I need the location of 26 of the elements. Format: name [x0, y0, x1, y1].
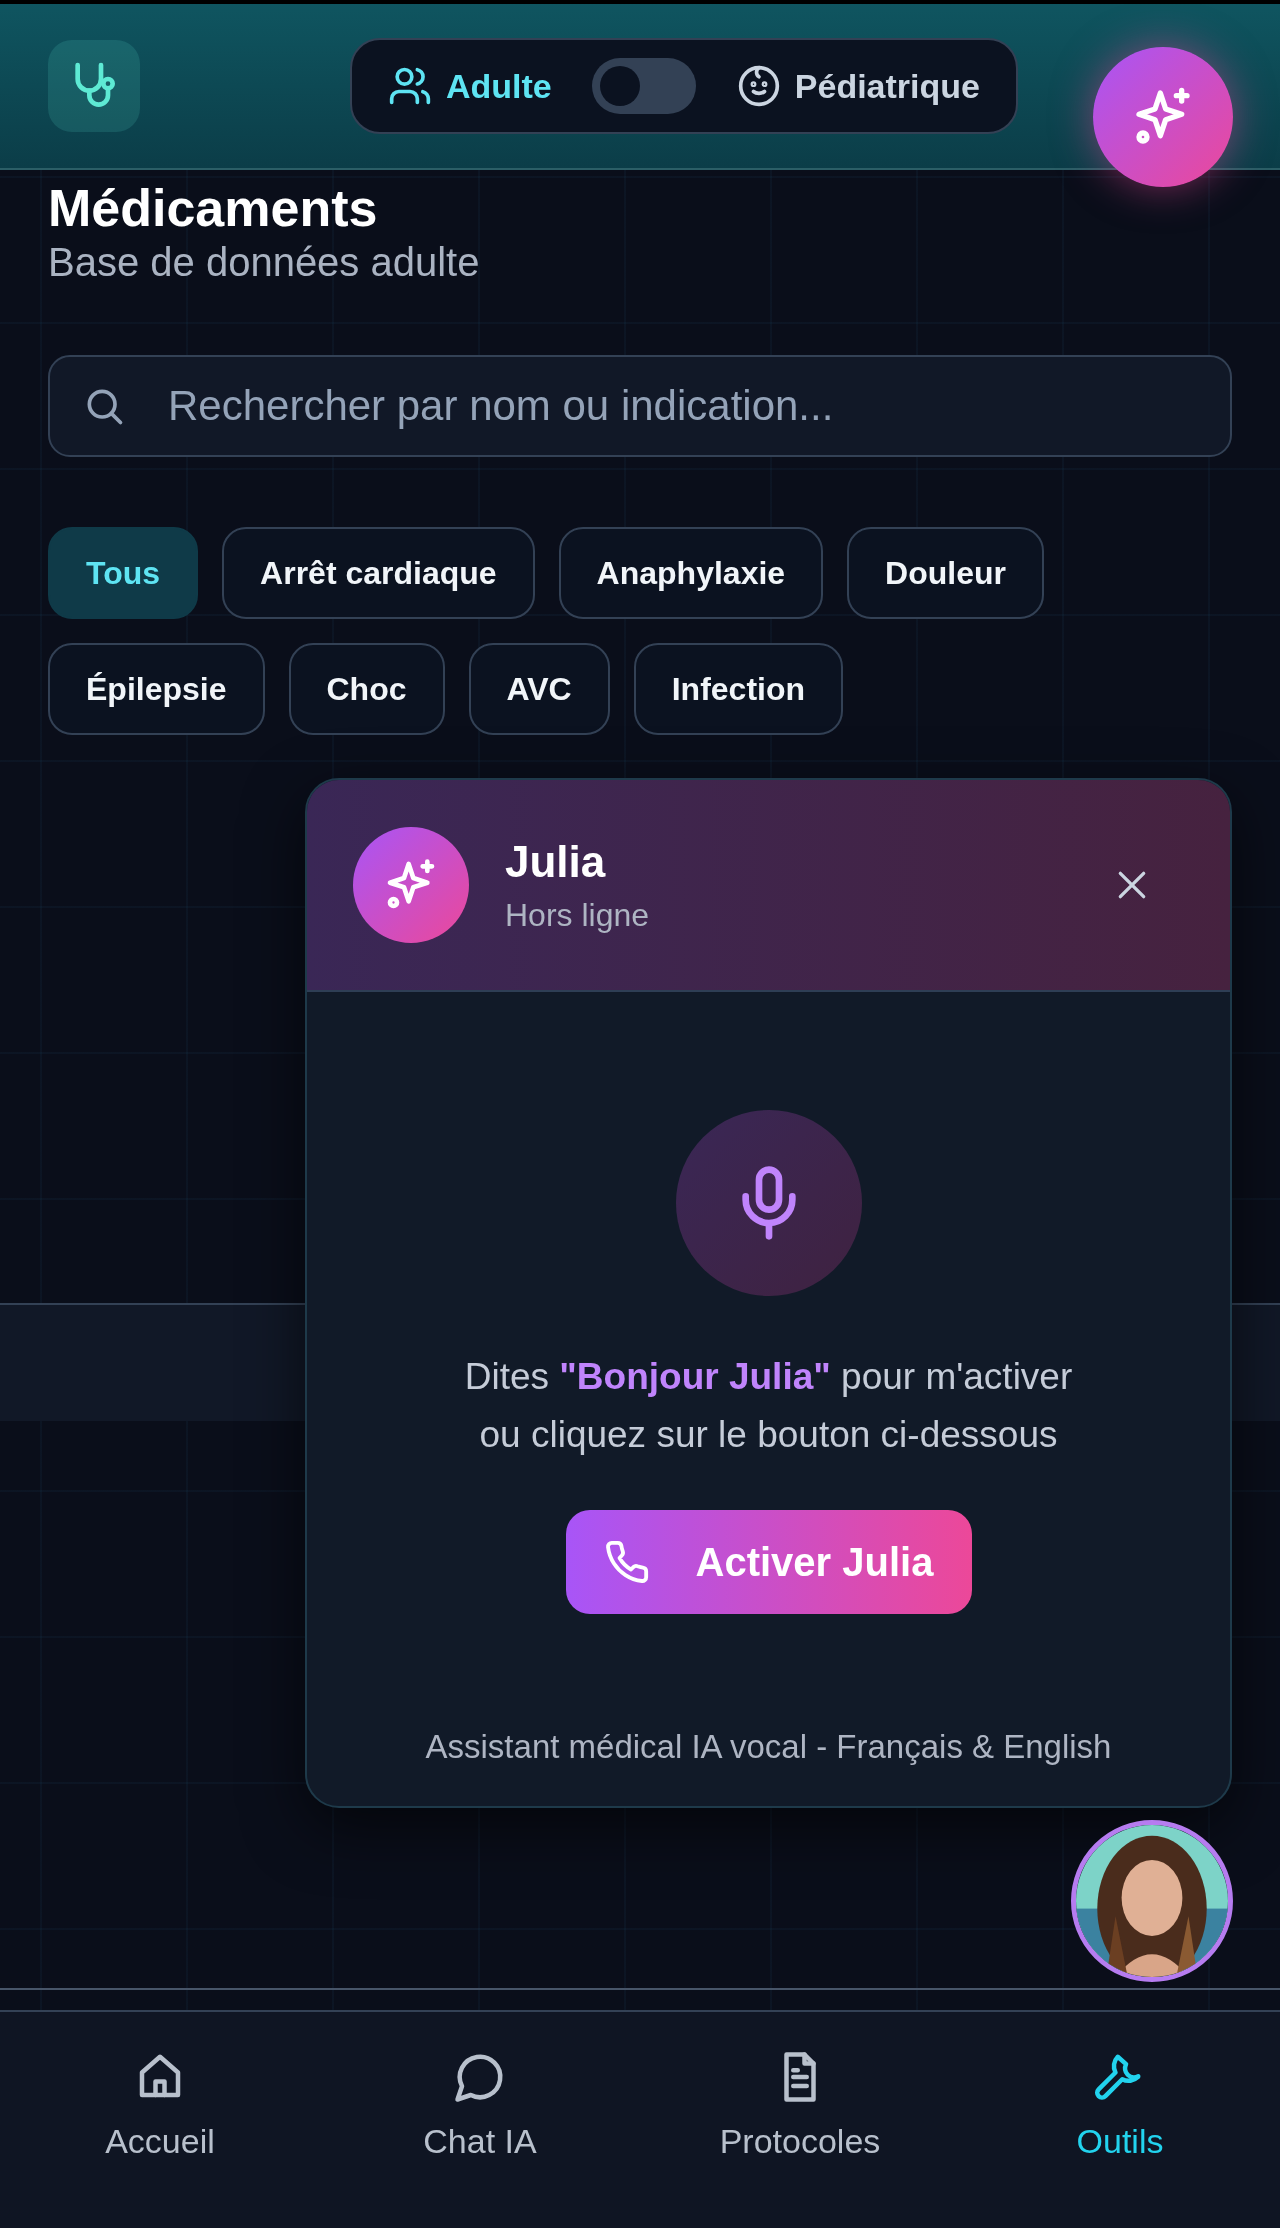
filter-chip[interactable]: Tous [48, 527, 199, 619]
assistant-name: Julia [505, 836, 607, 887]
filter-chip[interactable]: Choc [288, 643, 445, 735]
page-subtitle: Base de données adulte [48, 240, 481, 285]
logo-tile[interactable] [48, 40, 140, 132]
nav-tab[interactable]: Accueil [0, 2012, 320, 2228]
adult-mode-option[interactable]: Adulte [388, 64, 552, 108]
filter-chip[interactable]: Douleur [847, 527, 1044, 619]
baby-face-icon [736, 64, 781, 108]
nav-tab[interactable]: Protocoles [640, 2012, 960, 2228]
page-title: Médicaments [48, 180, 379, 236]
activation-hint: Dites "Bonjour Julia" pour m'activer ou cliquez sur le bouton ci-dessous [463, 1355, 1074, 1457]
assistant-status: Hors ligne [505, 896, 651, 934]
filter-chip[interactable]: Anaphylaxie [558, 527, 824, 619]
filter-chip[interactable]: AVC [468, 643, 610, 735]
nav-tab[interactable]: Outils [960, 2012, 1280, 2228]
activate-button[interactable]: Activer Julia [565, 1510, 972, 1614]
nav-tab[interactable]: Chat IA [320, 2012, 640, 2228]
filter-chip[interactable]: Arrêt cardiaque [222, 527, 535, 619]
panel-footer-text: Assistant médical IA vocal - Français & English [425, 1728, 1112, 1766]
phone-icon [603, 1539, 650, 1585]
filter-chip[interactable]: Épilepsie [48, 643, 265, 735]
filter-chip[interactable]: Infection [633, 643, 843, 735]
mode-switch[interactable] [592, 58, 697, 114]
pediatric-mode-option[interactable]: Pédiatrique [736, 64, 980, 108]
search-field[interactable]: Rechercher par nom ou indication... [48, 355, 1232, 457]
